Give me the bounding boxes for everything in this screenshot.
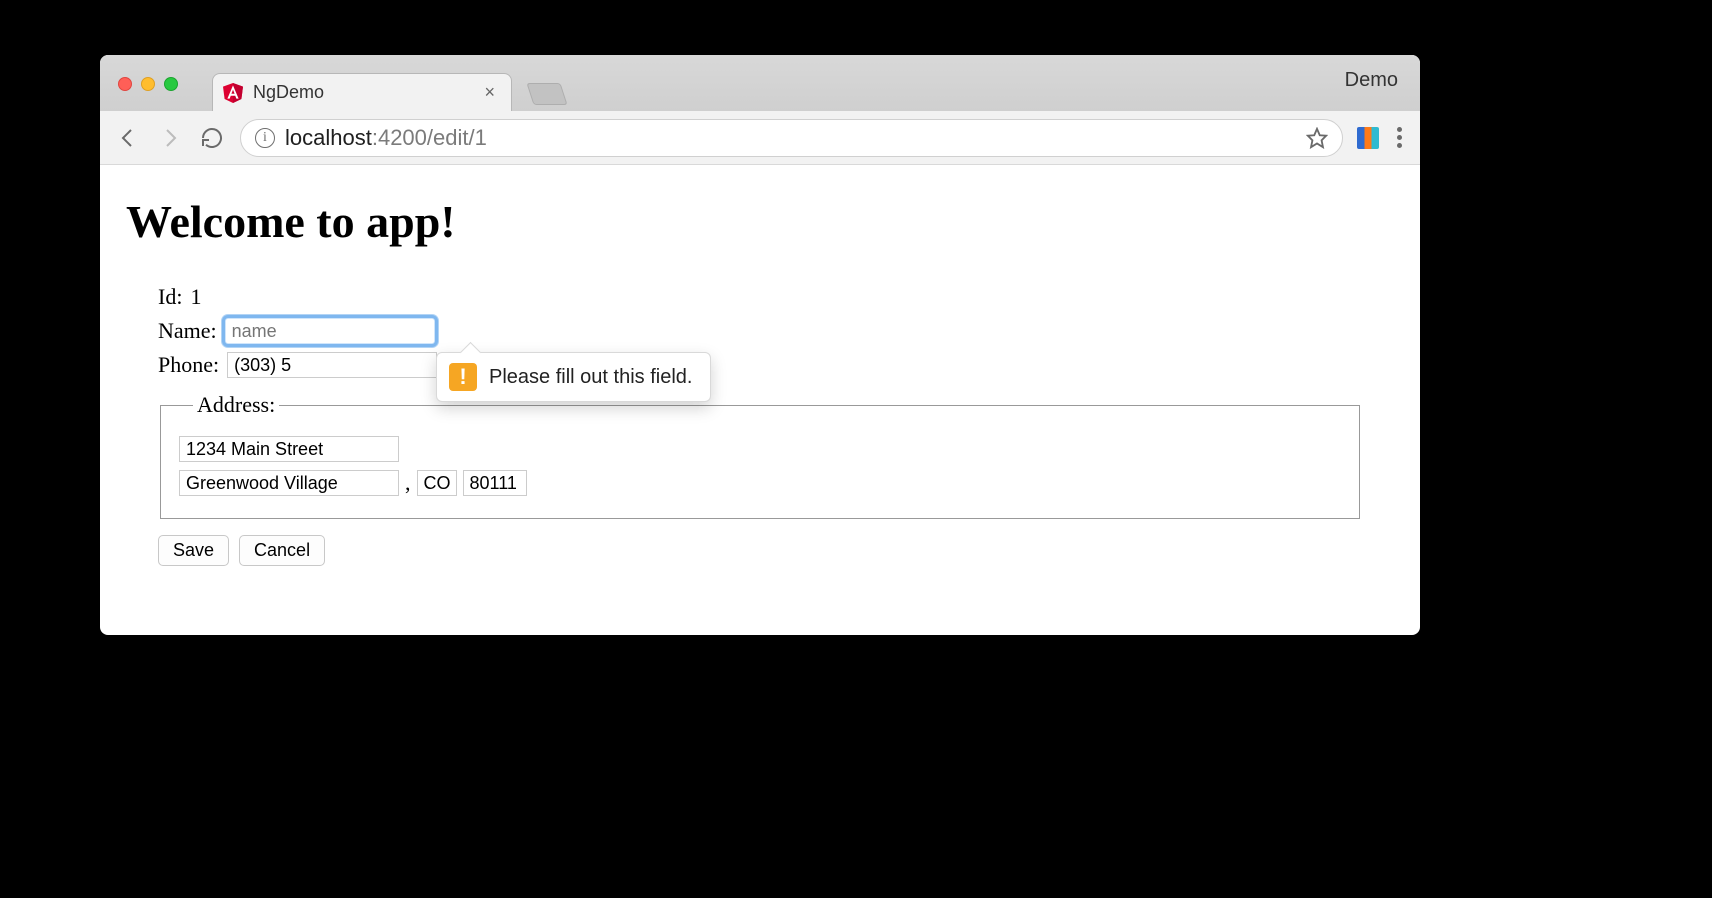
page-title: Welcome to app! [126,195,1394,248]
bookmark-star-icon[interactable] [1306,127,1328,149]
tab-title: NgDemo [253,82,482,103]
id-label: Id: [158,280,182,314]
url-path: :4200/edit/1 [372,125,487,150]
validation-message: Please fill out this field. [489,366,692,389]
phone-input[interactable] [227,352,437,378]
browser-toolbar: i localhost:4200/edit/1 [100,111,1420,165]
street-input[interactable] [179,436,399,462]
phone-row: Phone: [158,348,1394,382]
address-bar[interactable]: i localhost:4200/edit/1 [240,119,1343,157]
cancel-button[interactable]: Cancel [239,535,325,566]
page-content: Welcome to app! Id: 1 Name: Phone: Addre… [100,165,1420,596]
browser-window: NgDemo × Demo i localhost:4200/edit/1 [100,55,1420,635]
back-icon[interactable] [114,124,142,152]
tab-close-icon[interactable]: × [482,82,497,103]
tab-strip: NgDemo × Demo [100,55,1420,111]
browser-tab[interactable]: NgDemo × [212,73,512,111]
window-controls[interactable] [118,77,178,91]
address-legend: Address: [193,388,279,422]
url-text: localhost:4200/edit/1 [285,125,487,151]
reload-icon[interactable] [198,124,226,152]
phone-label: Phone: [158,348,219,382]
browser-menu-icon[interactable] [1393,127,1406,148]
site-info-icon[interactable]: i [255,128,275,148]
id-value: 1 [190,280,201,314]
zip-input[interactable] [463,470,527,496]
id-row: Id: 1 [158,280,1394,314]
save-button[interactable]: Save [158,535,229,566]
url-host: localhost [285,125,372,150]
angular-icon [223,82,243,104]
name-row: Name: [158,314,1394,348]
new-tab-button[interactable] [526,83,567,105]
edit-form: Id: 1 Name: Phone: Address: [158,280,1394,519]
screenshot-stage: NgDemo × Demo i localhost:4200/edit/1 [0,0,1712,898]
address-fieldset: Address: , [160,388,1360,519]
profile-label[interactable]: Demo [1345,69,1398,92]
street-row [179,436,1341,462]
city-input[interactable] [179,470,399,496]
warning-icon: ! [449,363,477,391]
name-label: Name: [158,314,217,348]
window-zoom-icon[interactable] [164,77,178,91]
city-state-separator: , [405,466,411,500]
forward-icon[interactable] [156,124,184,152]
lighthouse-extension-icon[interactable] [1357,127,1379,149]
state-input[interactable] [417,470,457,496]
form-buttons: Save Cancel [158,535,1394,566]
window-close-icon[interactable] [118,77,132,91]
name-input[interactable] [225,318,435,344]
window-minimize-icon[interactable] [141,77,155,91]
city-state-zip-row: , [179,466,1341,500]
validation-tooltip: ! Please fill out this field. [436,352,711,402]
